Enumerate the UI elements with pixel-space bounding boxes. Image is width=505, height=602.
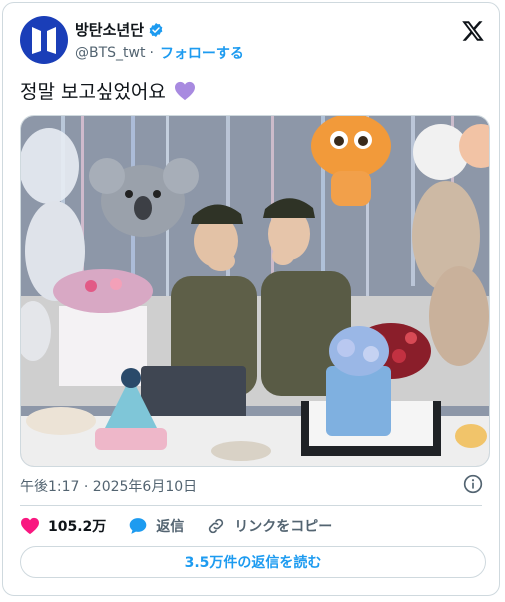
tweet-embed-card: 방탄소년단 @BTS_twt · フォローする 정말 보고싶었어요 午後1:17… [2,2,500,596]
tweet-text-content: 정말 보고싶었어요 [20,81,166,103]
reply-label: 返信 [156,519,185,535]
read-replies-label: 3.5万件の返信を読む [184,555,322,571]
tweet-photo[interactable] [20,115,490,467]
verified-badge-icon [149,22,163,37]
action-bar: 105.2万 返信 リンクをコピー [20,515,354,537]
purple-heart-emoji-icon [174,81,195,100]
like-count: 105.2万 [48,519,107,535]
tweet-text: 정말 보고싶었어요 [20,77,196,104]
author-handle[interactable]: @BTS_twt [75,45,145,61]
separator-dot: · [149,45,154,61]
author-display-name[interactable]: 방탄소년단 [75,19,144,40]
follow-button[interactable]: フォローする [160,43,244,63]
reply-button[interactable]: 返信 [128,516,184,536]
handle-row: @BTS_twt · フォローする [75,43,244,63]
avatar[interactable] [20,16,68,64]
reply-bubble-icon [129,518,147,534]
photo-illustration [21,116,489,466]
like-button[interactable]: 105.2万 [20,516,106,536]
read-replies-button[interactable]: 3.5万件の返信を読む [20,546,486,578]
copy-link-button[interactable]: リンクをコピー [206,516,332,536]
heart-icon [21,517,39,535]
bts-logo-icon [32,27,56,54]
copy-link-label: リンクをコピー [234,519,333,535]
link-icon [209,518,224,534]
x-logo-icon[interactable] [461,19,485,43]
info-icon[interactable] [463,474,483,494]
tweet-timestamp[interactable]: 午後1:17 · 2025年6月10日 [20,476,197,496]
author-name-row[interactable]: 방탄소년단 [75,19,164,40]
divider [20,505,482,506]
